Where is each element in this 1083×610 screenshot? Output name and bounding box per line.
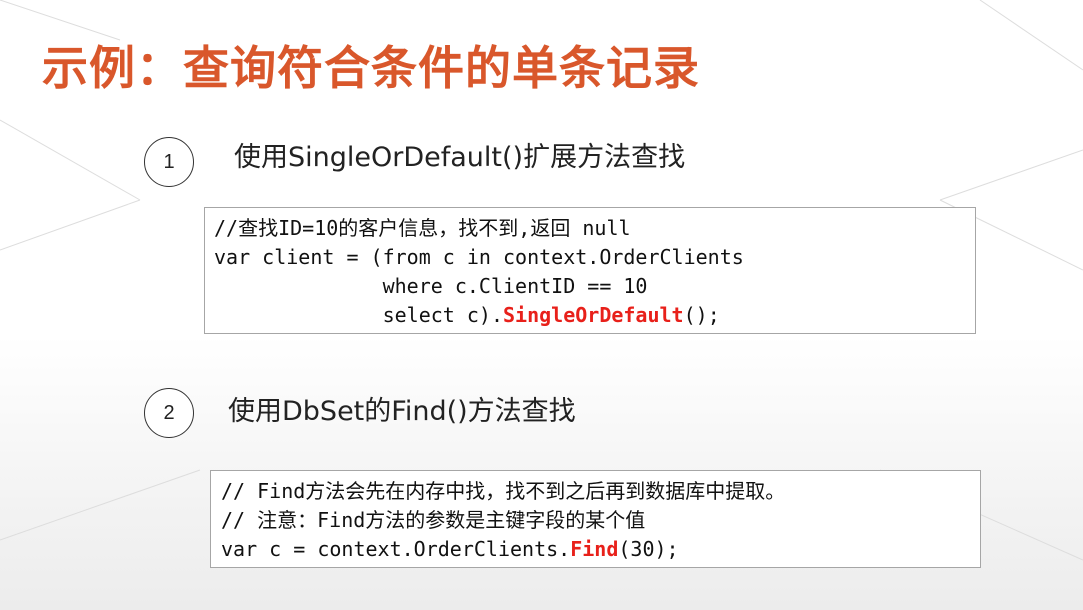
slide-title: 示例：查询符合条件的单条记录 (42, 41, 700, 95)
code-block-singleordefault: //查找ID=10的客户信息，找不到,返回 null var client = (… (204, 207, 976, 334)
step-heading-2: 使用DbSet的Find()方法查找 (228, 396, 576, 427)
code-block-find: // Find方法会先在内存中找，找不到之后再到数据库中提取。 // 注意：Fin… (210, 470, 981, 568)
code-text: var c = context.OrderClients. (221, 537, 571, 561)
code-text: (30); (618, 537, 679, 561)
code-comment-line: // 注意：Find方法的参数是主键字段的某个值 (221, 508, 646, 532)
step-number-1: 1 (144, 137, 194, 187)
step-number-2: 2 (144, 388, 194, 438)
step-heading-1: 使用SingleOrDefault()扩展方法查找 (234, 142, 686, 173)
highlighted-method: Find (570, 537, 619, 561)
code-line: where c.ClientID == 10 (214, 274, 648, 298)
code-line: var c = context.OrderClients.Find(30); (221, 535, 980, 564)
code-line: select c).SingleOrDefault(); (214, 301, 975, 330)
highlighted-method: SingleOrDefault (502, 303, 684, 327)
code-line: var client = (from c in context.OrderCli… (214, 245, 744, 269)
code-text: (); (683, 303, 720, 327)
code-comment-line: // Find方法会先在内存中找，找不到之后再到数据库中提取。 (221, 479, 786, 503)
code-comment-line: //查找ID=10的客户信息，找不到,返回 null (214, 216, 631, 240)
code-text: select c). (214, 303, 503, 327)
